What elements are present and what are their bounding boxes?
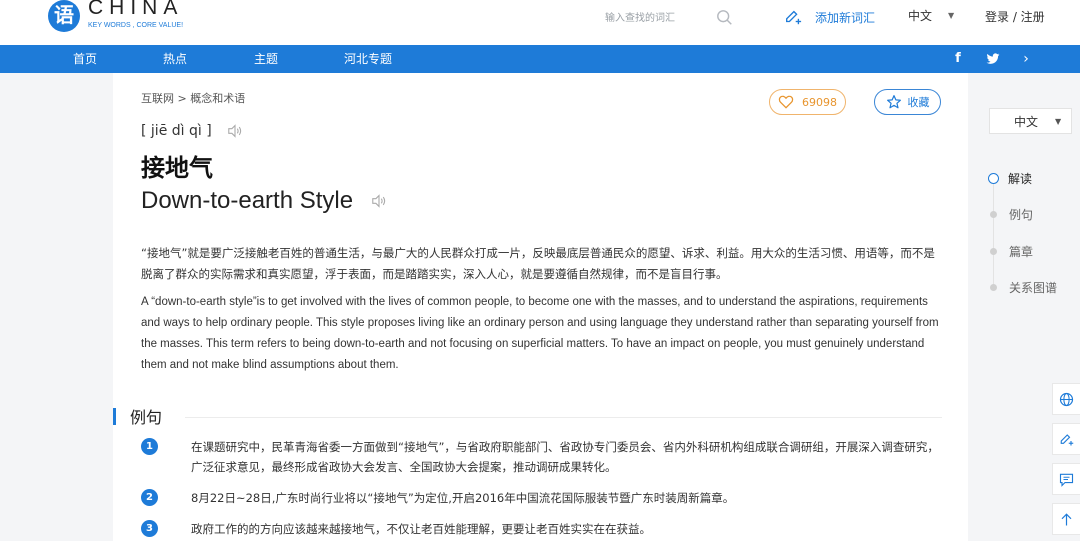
nav-item-hebei[interactable]: 河北专题 xyxy=(335,45,401,73)
pen-plus-icon xyxy=(786,10,802,25)
definition-english: A “down-to-earth style”is to get involve… xyxy=(141,296,939,371)
top-header: 语 CHINA KEY WORDS , CORE VALUE! 添加新词汇 中文… xyxy=(0,0,1080,45)
toc-label: 关系图谱 xyxy=(1009,280,1058,295)
example-item: 2 8月22日~28日,广东时尚行业将以“接地气”为定位,开启2016年中国流花… xyxy=(141,488,941,508)
example-text: 政府工作的的方向应该越来越接地气，不仅让老百姓能理解，更要让老百姓实实在在获益。 xyxy=(191,522,651,536)
message-tool-button[interactable] xyxy=(1052,463,1080,495)
edit-icon xyxy=(1060,433,1074,445)
speaker-icon[interactable] xyxy=(227,124,243,138)
toc-dot xyxy=(990,210,997,218)
globe-tool-button[interactable] xyxy=(1052,383,1080,415)
favorite-button[interactable]: 收藏 xyxy=(874,89,941,115)
toc-dot xyxy=(990,283,997,291)
example-item: 3 政府工作的的方向应该越来越接地气，不仅让老百姓能理解，更要让老百姓实实在在获… xyxy=(141,519,941,539)
toc-item-interpretation[interactable]: 解读 xyxy=(988,168,1078,188)
example-item: 1 在课题研究中，民革青海省委一方面做到“接地气”，与省政府职能部门、省政协专门… xyxy=(141,437,941,477)
speaker-icon[interactable] xyxy=(371,194,387,208)
login-link[interactable]: 登录 / 注册 xyxy=(985,8,1045,25)
toc-item-examples[interactable]: 例句 xyxy=(988,204,1078,224)
nav-item-home[interactable]: 首页 xyxy=(60,45,110,73)
globe-icon xyxy=(1059,392,1074,406)
section-marker xyxy=(113,407,116,425)
like-button[interactable]: 69098 xyxy=(769,89,846,115)
pinyin: [ jiē dì qì ] xyxy=(141,123,212,139)
caret-down-icon: ▼ xyxy=(1055,116,1062,126)
main-nav: 首页 热点 主题 河北专题 f › xyxy=(0,45,1080,73)
example-number: 1 xyxy=(141,438,158,455)
language-switcher[interactable]: 中文 ▼ xyxy=(908,7,954,24)
toc-dot xyxy=(990,247,997,255)
back-to-top-button[interactable] xyxy=(1052,503,1080,535)
language-select[interactable]: 中文 ▼ xyxy=(989,108,1072,134)
toc-label: 例句 xyxy=(1009,207,1034,222)
example-number: 3 xyxy=(141,520,158,537)
add-word-label: 添加新词汇 xyxy=(815,10,876,25)
search-icon[interactable] xyxy=(716,9,734,27)
example-text: 在课题研究中，民革青海省委一方面做到“接地气”，与省政府职能部门、省政协专门委员… xyxy=(191,440,939,474)
toc-line xyxy=(993,182,994,290)
toc-label: 篇章 xyxy=(1009,244,1034,259)
twitter-icon[interactable] xyxy=(983,49,1003,69)
search-box xyxy=(600,8,740,30)
language-select-value: 中文 xyxy=(1014,114,1039,129)
nav-item-hot[interactable]: 热点 xyxy=(150,45,200,73)
toc-label: 解读 xyxy=(1008,171,1033,186)
toc-dot xyxy=(988,172,999,184)
star-icon xyxy=(886,95,901,109)
site-logo[interactable]: 语 CHINA KEY WORDS , CORE VALUE! xyxy=(48,0,188,36)
facebook-icon[interactable]: f xyxy=(948,49,968,69)
breadcrumb[interactable]: 互联网 > 概念和术语 xyxy=(141,90,245,106)
entry-panel: 互联网 > 概念和术语 69098 收藏 [ jiē dì qì ] 接地气 D… xyxy=(113,73,968,541)
like-count: 69098 xyxy=(802,95,837,109)
section-divider xyxy=(185,417,942,418)
arrow-up-icon xyxy=(1061,512,1072,525)
definition-chinese: “接地气”就是要广泛接触老百姓的普通生活，与最广大的人民群众打成一片，反映最底层… xyxy=(141,246,935,281)
logo-wordmark: CHINA xyxy=(88,0,184,19)
heart-icon xyxy=(778,95,794,109)
logo-tagline: KEY WORDS , CORE VALUE! xyxy=(88,22,184,29)
term-english-row: Down-to-earth Style xyxy=(141,187,387,215)
chevron-right-icon[interactable]: › xyxy=(1016,49,1036,69)
term-english: Down-to-earth Style xyxy=(141,187,354,214)
favorite-label: 收藏 xyxy=(907,96,930,109)
search-input[interactable] xyxy=(600,8,710,28)
caret-down-icon: ▼ xyxy=(948,11,955,20)
term-chinese: 接地气 xyxy=(141,154,213,182)
edit-tool-button[interactable] xyxy=(1052,423,1080,455)
nav-item-topics[interactable]: 主题 xyxy=(241,45,291,73)
add-word-button[interactable]: 添加新词汇 xyxy=(784,7,875,27)
pinyin-row: [ jiē dì qì ] xyxy=(141,123,243,139)
examples-title: 例句 xyxy=(130,408,163,427)
example-number: 2 xyxy=(141,489,158,506)
message-icon xyxy=(1059,473,1074,487)
toc-item-relation-graph[interactable]: 关系图谱 xyxy=(988,277,1078,297)
logo-badge: 语 xyxy=(48,0,80,32)
example-text: 8月22日~28日,广东时尚行业将以“接地气”为定位,开启2016年中国流花国际… xyxy=(191,491,735,505)
toc-item-passages[interactable]: 篇章 xyxy=(988,241,1078,261)
language-label: 中文 xyxy=(908,9,933,23)
examples-heading: 例句 xyxy=(113,406,163,427)
